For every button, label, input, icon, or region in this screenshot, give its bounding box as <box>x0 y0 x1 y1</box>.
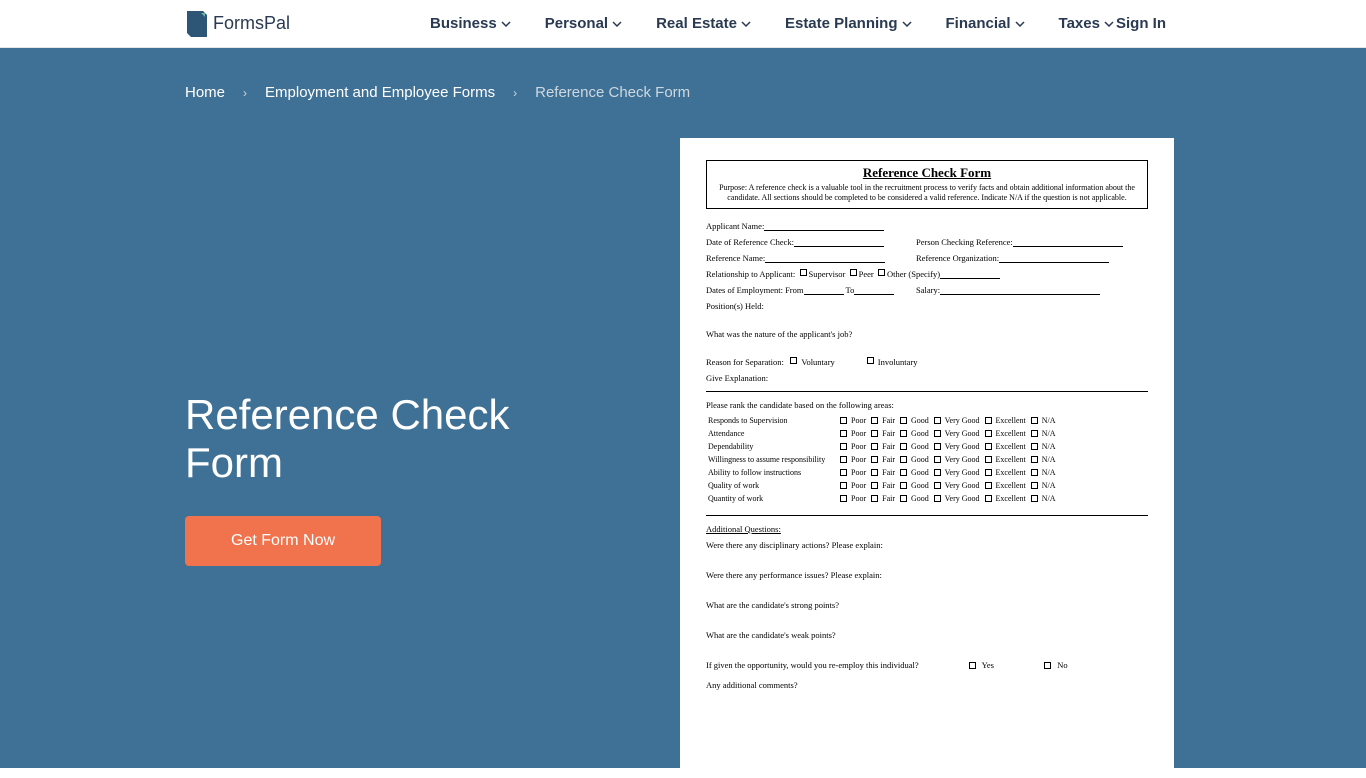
doc-comments: Any additional comments? <box>706 680 798 690</box>
breadcrumb-category[interactable]: Employment and Employee Forms <box>265 84 495 101</box>
nav-financial[interactable]: Financial <box>946 15 1025 32</box>
document-preview[interactable]: Reference Check Form Purpose: A referenc… <box>680 138 1174 778</box>
logo-text: FormsPal <box>213 13 290 34</box>
nav-label: Real Estate <box>656 15 737 32</box>
nav-items: Business Personal Real Estate Estate Pla… <box>430 15 1114 32</box>
top-nav: FormsPal Business Personal Real Estate E… <box>0 0 1366 48</box>
doc-field: Position(s) Held: <box>706 301 764 311</box>
doc-opt: Voluntary <box>801 357 834 367</box>
nav-label: Estate Planning <box>785 15 898 32</box>
chevron-down-icon <box>1015 21 1025 27</box>
nav-label: Personal <box>545 15 608 32</box>
doc-field: Date of Reference Check: <box>706 237 794 247</box>
doc-divider <box>706 391 1148 392</box>
doc-aq-title: Additional Questions: <box>706 524 1148 534</box>
doc-opt: Peer <box>859 269 874 279</box>
doc-opt: Yes <box>982 660 994 670</box>
doc-field: Relationship to Applicant: <box>706 269 795 279</box>
doc-divider <box>706 515 1148 516</box>
get-form-button[interactable]: Get Form Now <box>185 516 381 566</box>
breadcrumb-sep: › <box>513 86 517 100</box>
breadcrumb-current: Reference Check Form <box>535 84 690 101</box>
signin-link[interactable]: Sign In <box>1116 15 1166 32</box>
doc-field: To <box>846 285 855 295</box>
doc-header-box: Reference Check Form Purpose: A referenc… <box>706 160 1148 209</box>
breadcrumb-sep: › <box>243 86 247 100</box>
doc-opt: Other (Specify) <box>887 269 940 279</box>
doc-aq: What are the candidate's weak points? <box>706 630 1148 640</box>
nav-label: Financial <box>946 15 1011 32</box>
doc-field: Reference Organization: <box>916 253 999 263</box>
doc-rank-table: Responds to Supervision Poor Fair Good V… <box>706 414 1061 507</box>
doc-aq: Were there any disciplinary actions? Ple… <box>706 540 1148 550</box>
doc-field: Person Checking Reference: <box>916 237 1013 247</box>
doc-field: Applicant Name: <box>706 221 764 231</box>
doc-body: Applicant Name: Date of Reference Check:… <box>706 221 1148 690</box>
nav-taxes[interactable]: Taxes <box>1059 15 1114 32</box>
page-title: Reference Check Form <box>185 391 565 488</box>
doc-field: What was the nature of the applicant's j… <box>706 329 852 339</box>
chevron-down-icon <box>902 21 912 27</box>
nav-label: Business <box>430 15 497 32</box>
doc-field: Salary: <box>916 285 940 295</box>
breadcrumb: Home › Employment and Employee Forms › R… <box>185 84 1366 101</box>
doc-opt: Involuntary <box>878 357 918 367</box>
chevron-down-icon <box>501 21 511 27</box>
doc-rank-header: Please rank the candidate based on the f… <box>706 400 1148 410</box>
doc-title: Reference Check Form <box>715 165 1139 181</box>
doc-aq: Were there any performance issues? Pleas… <box>706 570 1148 580</box>
breadcrumb-home[interactable]: Home <box>185 84 225 101</box>
logo[interactable]: FormsPal <box>185 11 290 37</box>
doc-reemploy: If given the opportunity, would you re-e… <box>706 660 919 670</box>
doc-purpose: Purpose: A reference check is a valuable… <box>715 183 1139 204</box>
chevron-down-icon <box>1104 21 1114 27</box>
nav-label: Taxes <box>1059 15 1100 32</box>
logo-icon <box>185 11 207 37</box>
hero: Home › Employment and Employee Forms › R… <box>0 48 1366 768</box>
doc-opt: No <box>1057 660 1067 670</box>
doc-aq: What are the candidate's strong points? <box>706 600 1148 610</box>
nav-business[interactable]: Business <box>430 15 511 32</box>
doc-field: Reason for Separation: <box>706 357 784 367</box>
nav-realestate[interactable]: Real Estate <box>656 15 751 32</box>
doc-field: Give Explanation: <box>706 373 768 383</box>
doc-field: Reference Name: <box>706 253 765 263</box>
chevron-down-icon <box>741 21 751 27</box>
doc-field: Dates of Employment: From <box>706 285 804 295</box>
chevron-down-icon <box>612 21 622 27</box>
nav-estateplanning[interactable]: Estate Planning <box>785 15 912 32</box>
nav-personal[interactable]: Personal <box>545 15 622 32</box>
doc-opt: Supervisor <box>809 269 846 279</box>
